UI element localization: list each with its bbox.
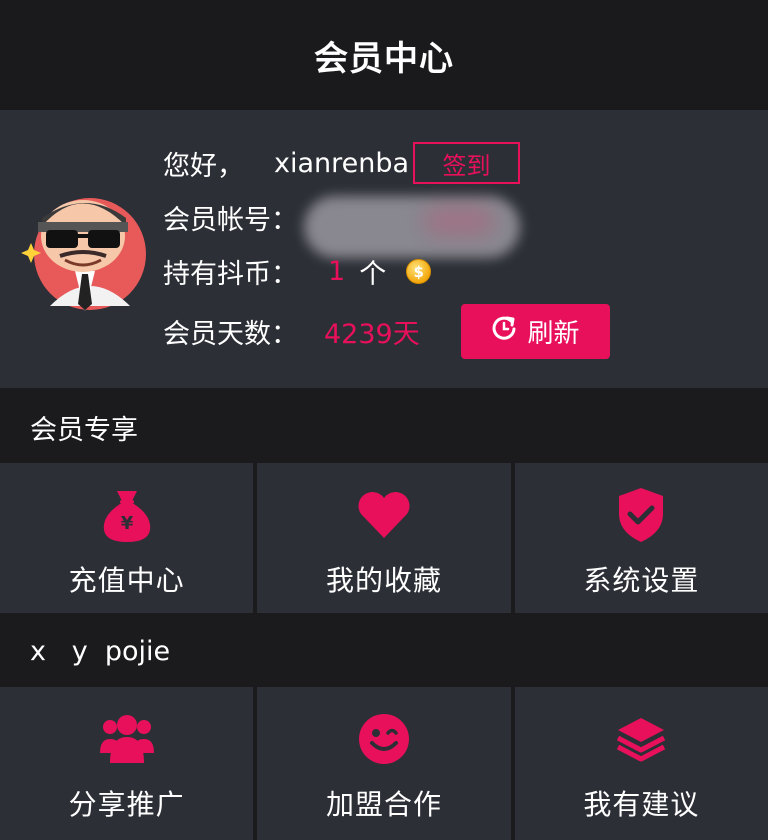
money-bag-icon: ¥ xyxy=(97,485,157,545)
refresh-icon xyxy=(491,315,517,348)
section-title-member: 会员专享 xyxy=(0,390,768,464)
coins-unit: 个 xyxy=(359,259,387,290)
layers-icon xyxy=(611,709,671,769)
wink-smiley-icon xyxy=(354,709,414,769)
refresh-label: 刷新 xyxy=(527,319,580,349)
tile-label: 我有建议 xyxy=(583,788,700,821)
tile-label: 系统设置 xyxy=(583,564,700,597)
coin-icon: $ xyxy=(406,259,432,284)
shield-check-icon xyxy=(611,485,671,545)
greeting-row: 您好， xianrenba xyxy=(163,144,409,183)
coins-row: 持有抖币： 1 个 $ xyxy=(163,252,432,291)
avatar[interactable] xyxy=(20,186,146,316)
username: xianrenba xyxy=(274,148,410,179)
tile-share[interactable]: 分享推广 xyxy=(0,687,254,840)
account-value-blurred xyxy=(304,196,520,258)
page-title: 会员中心 xyxy=(314,38,454,79)
users-group-icon xyxy=(97,709,157,769)
coins-count: 1 xyxy=(328,256,346,287)
account-row: 会员帐号： xyxy=(163,198,298,237)
days-value: 4239天 xyxy=(324,319,420,350)
refresh-button[interactable]: 刷新 xyxy=(461,304,610,359)
tile-favorites[interactable]: 我的收藏 xyxy=(257,463,511,613)
account-label: 会员帐号： xyxy=(163,205,298,236)
tile-feedback[interactable]: 我有建议 xyxy=(514,687,768,840)
tile-settings[interactable]: 系统设置 xyxy=(514,463,768,613)
days-row: 会员天数： 4239天 xyxy=(163,312,420,351)
top-header: 会员中心 xyxy=(0,0,768,110)
pojie-grid: 分享推广 加盟合作 我有建议 xyxy=(0,687,768,840)
svg-text:¥: ¥ xyxy=(120,513,133,534)
tile-recharge[interactable]: ¥ 充值中心 xyxy=(0,463,254,613)
profile-card: 您好， xianrenba 签到 会员帐号： 持有抖币： 1 个 $ 会员天数：… xyxy=(0,110,768,388)
tile-join[interactable]: 加盟合作 xyxy=(257,687,511,840)
coins-label: 持有抖币： xyxy=(163,259,298,290)
checkin-button[interactable]: 签到 xyxy=(413,142,520,184)
member-grid: ¥ 充值中心 我的收藏 系统设置 xyxy=(0,463,768,613)
tile-label: 分享推广 xyxy=(68,788,185,821)
greeting-label: 您好， xyxy=(163,151,244,182)
days-label: 会员天数： xyxy=(163,319,298,350)
heart-icon xyxy=(354,485,414,545)
tile-label: 加盟合作 xyxy=(325,788,442,821)
section-title-pojie: x y pojie xyxy=(0,614,768,688)
tile-label: 我的收藏 xyxy=(325,564,442,597)
tile-label: 充值中心 xyxy=(68,564,185,597)
